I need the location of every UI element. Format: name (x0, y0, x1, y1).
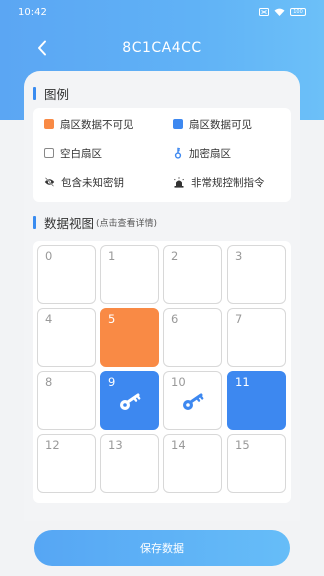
sector-cell[interactable]: 5 (100, 308, 159, 367)
legend-title: 图例 (44, 87, 70, 102)
sector-number: 8 (45, 375, 53, 389)
section-accent-bar (33, 216, 36, 229)
legend-label: 扇区数据可见 (189, 118, 252, 131)
key-icon (120, 393, 141, 410)
sector-number: 11 (235, 375, 250, 389)
sector-number: 10 (171, 375, 186, 389)
sector-number: 1 (108, 249, 116, 263)
sector-number: 14 (171, 438, 186, 452)
key-icon (174, 147, 182, 159)
sector-cell[interactable]: 6 (163, 308, 222, 367)
legend-item-unknown-key: 包含未知密钥 (44, 174, 124, 190)
blue-square-icon (173, 119, 183, 129)
sector-cell[interactable]: 9 (100, 371, 159, 430)
sector-cell[interactable]: 3 (227, 245, 286, 304)
sector-cell[interactable]: 11 (227, 371, 286, 430)
sector-number: 12 (45, 438, 60, 452)
sector-cell[interactable]: 2 (163, 245, 222, 304)
status-time: 10:42 (18, 6, 47, 18)
status-icons: 100 (259, 8, 306, 16)
legend-item-blank: 空白扇区 (44, 145, 102, 161)
data-view-title: 数据视图 (44, 216, 95, 231)
legend-label: 空白扇区 (60, 147, 102, 160)
eye-slash-icon (44, 177, 55, 187)
empty-square-icon (44, 148, 54, 158)
sector-number: 3 (235, 249, 243, 263)
section-accent-bar (33, 87, 36, 100)
chevron-left-icon (38, 40, 46, 56)
legend-item-encrypted: 加密扇区 (173, 145, 231, 161)
sector-number: 4 (45, 312, 53, 326)
sector-number: 15 (235, 438, 250, 452)
legend-label: 加密扇区 (189, 147, 231, 160)
sector-cell[interactable]: 7 (227, 308, 286, 367)
sector-cell[interactable]: 0 (37, 245, 96, 304)
data-view-section-title: 数据视图 (点击查看详情) (33, 213, 157, 232)
sector-number: 6 (171, 312, 179, 326)
legend-item-unusual-command: 非常规控制指令 (173, 174, 265, 190)
sector-number: 9 (108, 375, 116, 389)
sector-cell[interactable]: 1 (100, 245, 159, 304)
sector-number: 0 (45, 249, 53, 263)
sector-number: 5 (108, 312, 116, 326)
legend-label: 包含未知密钥 (61, 176, 124, 189)
legend-item-invisible: 扇区数据不可见 (44, 116, 134, 132)
legend-label: 扇区数据不可见 (60, 118, 134, 131)
page-title: 8C1CA4CC (122, 40, 202, 56)
sector-grid: 0 1 2 3 4 5 6 7 8 9 10 11 12 13 14 15 (33, 241, 291, 503)
status-bar: 10:42 100 (0, 0, 324, 24)
sector-number: 7 (235, 312, 243, 326)
sector-cell[interactable]: 13 (100, 434, 159, 493)
back-button[interactable] (30, 38, 54, 58)
sector-number: 13 (108, 438, 123, 452)
legend-item-visible: 扇区数据可见 (173, 116, 252, 132)
sector-cell[interactable]: 8 (37, 371, 96, 430)
sector-cell[interactable]: 14 (163, 434, 222, 493)
data-view-hint: (点击查看详情) (96, 219, 158, 229)
legend-label: 非常规控制指令 (191, 176, 265, 189)
battery-icon: 100 (290, 8, 306, 16)
sector-cell[interactable]: 12 (37, 434, 96, 493)
legend-section-title: 图例 (33, 84, 69, 103)
sector-number: 2 (171, 249, 179, 263)
sim-icon (259, 8, 269, 16)
save-data-button[interactable]: 保存数据 (34, 530, 290, 566)
alarm-light-icon (174, 176, 184, 188)
key-icon (183, 393, 204, 410)
legend-panel: 扇区数据不可见 扇区数据可见 空白扇区 加密扇区 包含未知密钥 非常规控制指令 (33, 108, 291, 202)
sector-cell[interactable]: 10 (163, 371, 222, 430)
orange-square-icon (44, 119, 54, 129)
sector-cell[interactable]: 4 (37, 308, 96, 367)
sector-cell[interactable]: 15 (227, 434, 286, 493)
nav-bar: 8C1CA4CC (0, 30, 324, 66)
wifi-icon (274, 8, 285, 16)
